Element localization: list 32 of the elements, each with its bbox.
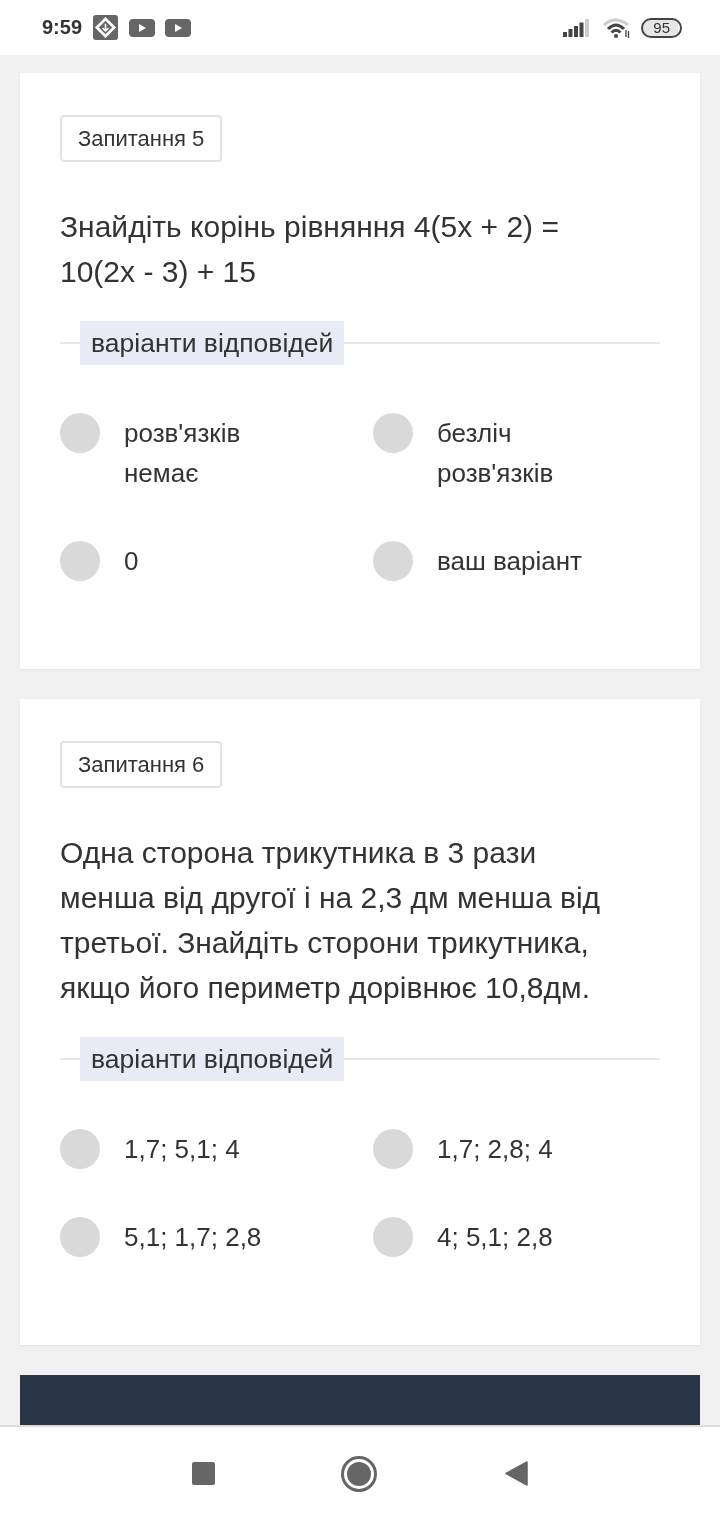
radio-button[interactable]: [373, 1129, 413, 1169]
option-text: розв'язків немає: [124, 417, 242, 490]
option-text: 0: [124, 545, 139, 578]
option-text: 5,1; 1,7; 2,8: [124, 1221, 262, 1254]
radio-button[interactable]: [60, 1217, 100, 1257]
answer-options-label: варіанти відповідей: [80, 1037, 345, 1081]
home-icon[interactable]: [341, 1455, 377, 1492]
wifi-icon: [603, 17, 632, 38]
option-text: безліч розв'язків: [437, 417, 555, 490]
play-icon: [129, 18, 156, 37]
back-icon[interactable]: [505, 1461, 528, 1486]
recent-apps-icon[interactable]: [192, 1462, 215, 1485]
question-number: Запитання 6: [60, 741, 223, 788]
option-text: 4; 5,1; 2,8: [437, 1221, 553, 1254]
answer-options-label: варіанти відповідей: [80, 321, 345, 365]
clock-time: 9:59: [42, 16, 83, 39]
radio-button[interactable]: [60, 413, 100, 453]
question-text: Одна сторона трикутника в 3 рази менша від другої і на 2,3 дм менша від третьої. Знайдіть сторони трикутника, якщо його периметр дорівнює 10,8дм.: [60, 835, 602, 1006]
question-number: Запитання 5: [60, 115, 223, 162]
option-text: 1,7; 5,1; 4: [124, 1133, 240, 1166]
radio-button[interactable]: [373, 413, 413, 453]
signal-icon: [563, 18, 590, 37]
radio-button[interactable]: [373, 1217, 413, 1257]
battery-level: 95: [641, 17, 682, 38]
option-text: 1,7; 2,8; 4: [437, 1133, 553, 1166]
diamond-tile-icon: [93, 15, 119, 40]
radio-button[interactable]: [60, 541, 100, 581]
option-text: ваш варіант: [437, 545, 582, 578]
radio-button[interactable]: [373, 541, 413, 581]
question-text: Знайдіть корінь рівняння 4(5x + 2) = 10(2x - 3) + 15: [60, 209, 560, 290]
play-icon: [165, 18, 192, 37]
radio-button[interactable]: [60, 1129, 100, 1169]
